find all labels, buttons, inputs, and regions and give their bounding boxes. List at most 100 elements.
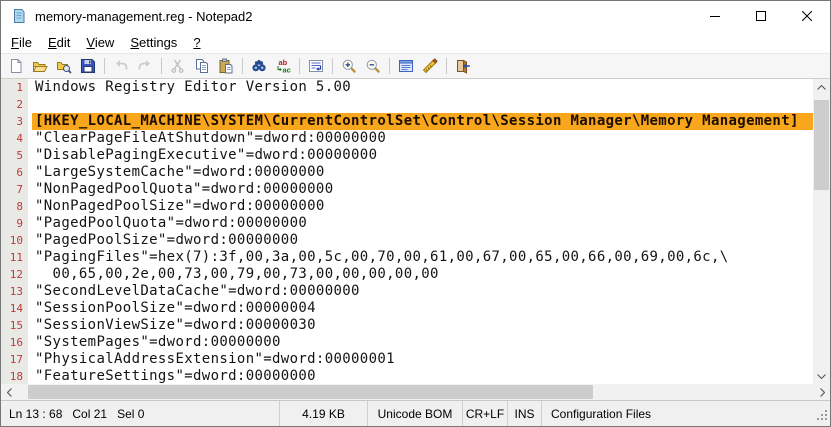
scroll-left-button[interactable]: [1, 384, 17, 400]
view-schemes-button[interactable]: [394, 55, 418, 77]
menu-settings[interactable]: Settings: [122, 33, 185, 52]
horizontal-scroll-thumb[interactable]: [28, 385, 593, 399]
line-number: 11: [1, 251, 28, 264]
word-wrap-button[interactable]: [304, 55, 328, 77]
vertical-scroll-thumb[interactable]: [814, 100, 829, 190]
status-scheme[interactable]: Configuration Files: [541, 401, 830, 426]
line-text: "SecondLevelDataCache"=dword:00000000: [32, 283, 813, 300]
close-icon: [802, 11, 812, 21]
menu-bar: File Edit View Settings ?: [1, 31, 830, 53]
minimize-button[interactable]: [692, 1, 738, 31]
replace-icon: abac: [275, 58, 291, 74]
editor-lines[interactable]: 1 Windows Registry Editor Version 5.0023[…: [1, 79, 813, 384]
status-position[interactable]: Ln 13 : 68 Col 21 Sel 0: [1, 401, 279, 426]
undo-icon: [113, 58, 129, 74]
open-file-button[interactable]: [28, 55, 52, 77]
line-number: 17: [1, 353, 28, 366]
copy-button[interactable]: [190, 55, 214, 77]
find-icon: [251, 58, 267, 74]
menu-file[interactable]: File: [3, 33, 40, 52]
window-title: memory-management.reg - Notepad2: [35, 9, 253, 24]
editor-line[interactable]: 5"DisablePagingExecutive"=dword:00000000: [1, 147, 813, 164]
toolbar-separator: [389, 58, 390, 74]
replace-button[interactable]: abac: [271, 55, 295, 77]
save-file-button[interactable]: [76, 55, 100, 77]
cut-button: [166, 55, 190, 77]
toolbar: abac: [1, 53, 830, 79]
editor-line[interactable]: 2: [1, 96, 813, 113]
editor-line[interactable]: 9"PagedPoolQuota"=dword:00000000: [1, 215, 813, 232]
paste-button[interactable]: [214, 55, 238, 77]
menu-view[interactable]: View: [78, 33, 122, 52]
vertical-scroll-track[interactable]: [813, 95, 830, 368]
line-text: "NonPagedPoolSize"=dword:00000000: [32, 198, 813, 215]
scroll-down-button[interactable]: [813, 368, 830, 384]
word-wrap-icon: [308, 58, 324, 74]
line-text: Windows Registry Editor Version 5.00: [32, 79, 813, 96]
line-text: "SystemPages"=dword:00000000: [32, 334, 813, 351]
zoom-out-button[interactable]: [361, 55, 385, 77]
editor-line[interactable]: 10"PagedPoolSize"=dword:00000000: [1, 232, 813, 249]
maximize-button[interactable]: [738, 1, 784, 31]
line-text: "NonPagedPoolQuota"=dword:00000000: [32, 181, 813, 198]
save-file-icon: [80, 58, 96, 74]
maximize-icon: [756, 11, 766, 21]
find-button[interactable]: [247, 55, 271, 77]
status-eol[interactable]: CR+LF: [462, 401, 507, 426]
editor-line[interactable]: 14 "SessionPoolSize"=dword:00000004: [1, 300, 813, 317]
customize-schemes-icon: [422, 58, 438, 74]
resize-grip-icon[interactable]: [817, 410, 828, 424]
editor-line[interactable]: 15"SessionViewSize"=dword:00000030: [1, 317, 813, 334]
exit-button[interactable]: [451, 55, 475, 77]
line-text: 00,65,00,2e,00,73,00,79,00,73,00,00,00,0…: [32, 266, 813, 283]
line-number: 6: [1, 166, 28, 179]
toolbar-separator: [242, 58, 243, 74]
close-button[interactable]: [784, 1, 830, 31]
scroll-up-button[interactable]: [813, 79, 830, 95]
editor-line[interactable]: 11"PagingFiles"=hex(7):3f,00,3a,00,5c,00…: [1, 249, 813, 266]
line-text: "LargeSystemCache"=dword:00000000: [32, 164, 813, 181]
horizontal-scrollbar[interactable]: [1, 384, 830, 400]
editor-line[interactable]: 18"FeatureSettings"=dword:00000000: [1, 368, 813, 384]
horizontal-scroll-track[interactable]: [17, 384, 814, 400]
redo-button: [133, 55, 157, 77]
minimize-icon: [710, 11, 720, 21]
line-number: 8: [1, 200, 28, 213]
chevron-up-icon: [817, 85, 826, 90]
line-number: 5: [1, 149, 28, 162]
customize-schemes-button[interactable]: [418, 55, 442, 77]
line-number: 14: [1, 302, 28, 315]
scroll-right-button[interactable]: [814, 384, 830, 400]
svg-text:ac: ac: [283, 66, 291, 75]
browse-files-button[interactable]: [52, 55, 76, 77]
toolbar-separator: [332, 58, 333, 74]
line-text: "SessionViewSize"=dword:00000030: [32, 317, 813, 334]
line-number: 1: [1, 81, 28, 94]
editor-line[interactable]: 6 "LargeSystemCache"=dword:00000000: [1, 164, 813, 181]
editor-line[interactable]: 13"SecondLevelDataCache"=dword:00000000: [1, 283, 813, 300]
editor-line[interactable]: 16"SystemPages"=dword:00000000: [1, 334, 813, 351]
editor-line[interactable]: 17"PhysicalAddressExtension"=dword:00000…: [1, 351, 813, 368]
chevron-down-icon: [817, 374, 826, 379]
toolbar-separator: [104, 58, 105, 74]
menu-help[interactable]: ?: [185, 33, 208, 52]
editor-line[interactable]: 8 "NonPagedPoolSize"=dword:00000000: [1, 198, 813, 215]
line-text: [32, 96, 813, 113]
new-file-button[interactable]: [4, 55, 28, 77]
exit-icon: [455, 58, 471, 74]
editor-line[interactable]: 3[HKEY_LOCAL_MACHINE\SYSTEM\CurrentContr…: [1, 113, 813, 130]
status-encoding[interactable]: Unicode BOM: [367, 401, 462, 426]
editor-line[interactable]: 7"NonPagedPoolQuota"=dword:00000000: [1, 181, 813, 198]
editor-line[interactable]: 12 00,65,00,2e,00,73,00,79,00,73,00,00,0…: [1, 266, 813, 283]
vertical-scrollbar[interactable]: [813, 79, 830, 384]
status-bar: Ln 13 : 68 Col 21 Sel 0 4.19 KB Unicode …: [1, 400, 830, 426]
status-insert-mode[interactable]: INS: [507, 401, 541, 426]
zoom-in-button[interactable]: [337, 55, 361, 77]
menu-edit[interactable]: Edit: [40, 33, 78, 52]
editor-line[interactable]: 4"ClearPageFileAtShutdown"=dword:0000000…: [1, 130, 813, 147]
editor-line[interactable]: 1 Windows Registry Editor Version 5.00: [1, 79, 813, 96]
copy-icon: [194, 58, 210, 74]
line-number: 12: [1, 268, 28, 281]
line-text: "SessionPoolSize"=dword:00000004: [32, 300, 813, 317]
window-controls: [692, 1, 830, 31]
